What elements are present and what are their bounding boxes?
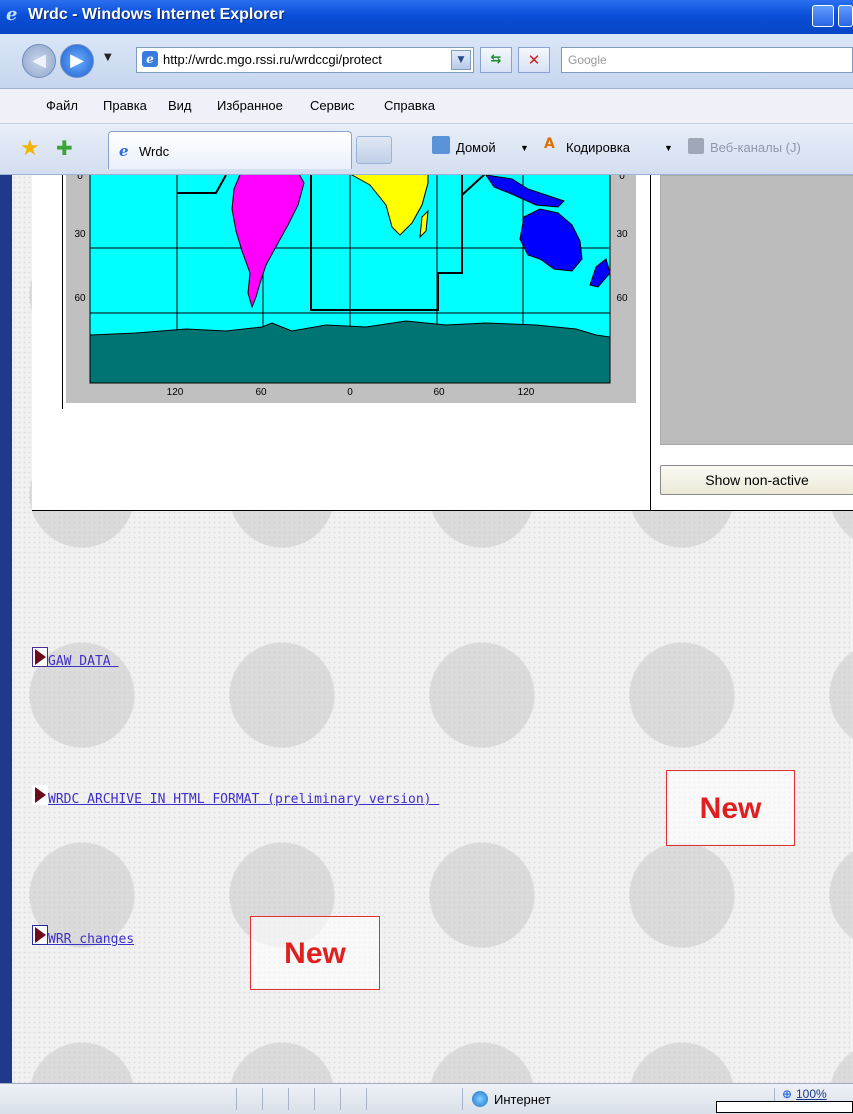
lat-label-right-60: 60	[616, 293, 628, 304]
lon-label-60w: 60	[255, 387, 267, 398]
menu-bar: Файл Правка Вид Избранное Сервис Справка	[0, 89, 853, 124]
overlay-box	[716, 1101, 853, 1113]
page-content: 0 30 60 0 30 60 120 60 0 60 120 Show non…	[12, 175, 853, 1083]
world-map[interactable]: 0 30 60 0 30 60 120 60 0 60 120	[66, 175, 636, 403]
antarctica	[89, 320, 611, 384]
nav-history-dropdown-icon[interactable]: ▼	[104, 52, 112, 63]
favorites-star-icon[interactable]: ★	[20, 136, 40, 161]
lon-label-0: 0	[347, 387, 353, 398]
forward-button[interactable]: ▶	[60, 44, 94, 78]
back-button[interactable]: ◀	[22, 44, 56, 78]
tab-wrdc[interactable]: e Wrdc	[108, 131, 352, 169]
arrow-bullet-icon	[32, 925, 48, 945]
lon-label-120w: 120	[167, 387, 184, 398]
home-dropdown-icon[interactable]: ▼	[520, 143, 529, 153]
address-input[interactable]: http://wrdc.mgo.rssi.ru/wrdccgi/protect	[163, 52, 453, 67]
status-separator	[314, 1088, 315, 1110]
search-input[interactable]: Google	[568, 53, 607, 67]
station-list[interactable]	[660, 175, 853, 445]
refresh-button[interactable]: ⇆	[480, 47, 512, 73]
map-left-border	[62, 175, 63, 409]
internet-zone-icon	[472, 1091, 488, 1107]
lat-label-left-30: 30	[74, 229, 86, 240]
home-icon[interactable]	[432, 136, 450, 154]
lon-label-120e: 120	[518, 387, 535, 398]
ie-page-icon: e	[119, 142, 129, 160]
window-title: Wrdc - Windows Internet Explorer	[28, 6, 285, 23]
wrr-changes-link[interactable]: WRR changes	[48, 932, 134, 947]
minimize-button[interactable]	[812, 5, 834, 27]
lat-label-left-0: 0	[77, 175, 83, 182]
lat-label-right-30: 30	[616, 229, 628, 240]
page-icon: e	[142, 51, 158, 67]
encoding-dropdown-icon[interactable]: ▼	[664, 143, 673, 153]
arrow-bullet-icon	[32, 647, 48, 667]
lat-label-left-60: 60	[74, 293, 86, 304]
menu-edit[interactable]: Правка	[103, 98, 147, 113]
maximize-button[interactable]	[838, 5, 853, 27]
map-container: 0 30 60 0 30 60 120 60 0 60 120 Show non…	[32, 175, 853, 511]
lat-label-right-0: 0	[619, 175, 625, 182]
arrow-bullet-icon	[32, 785, 48, 805]
status-separator	[288, 1088, 289, 1110]
new-tab-button[interactable]	[356, 136, 392, 164]
zoom-level[interactable]: 100%	[796, 1087, 827, 1101]
show-non-active-button[interactable]: Show non-active	[660, 465, 853, 495]
rss-feed-icon	[688, 138, 704, 154]
security-zone-label[interactable]: Интернет	[494, 1092, 551, 1107]
encoding-button[interactable]: Кодировка	[566, 140, 630, 155]
status-separator	[340, 1088, 341, 1110]
new-badge: New	[666, 770, 795, 846]
add-favorite-icon[interactable]: ✚	[56, 136, 73, 160]
new-badge: New	[250, 916, 380, 990]
wrdc-archive-link[interactable]: WRDC ARCHIVE IN HTML FORMAT (preliminary…	[48, 792, 439, 807]
status-separator	[366, 1088, 367, 1110]
menu-file[interactable]: Файл	[46, 98, 78, 113]
menu-help[interactable]: Справка	[384, 98, 435, 113]
search-field[interactable]: Google	[561, 47, 853, 73]
address-dropdown-icon[interactable]: ▼	[451, 50, 471, 70]
tab-toolbar: ★ ✚ e Wrdc Домой ▼ A Кодировка ▼ Веб-кан…	[0, 124, 853, 175]
tab-label: Wrdc	[139, 144, 170, 159]
address-field[interactable]: e http://wrdc.mgo.rssi.ru/wrdccgi/protec…	[136, 47, 474, 73]
zoom-icon[interactable]: ⊕	[782, 1087, 792, 1101]
menu-tools[interactable]: Сервис	[310, 98, 355, 113]
home-button[interactable]: Домой	[456, 140, 496, 155]
status-separator	[262, 1088, 263, 1110]
status-separator	[236, 1088, 237, 1110]
stop-button[interactable]: ✕	[518, 47, 550, 73]
lon-label-60e: 60	[433, 387, 445, 398]
status-separator	[462, 1088, 463, 1110]
encoding-icon: A	[544, 136, 555, 152]
feeds-button[interactable]: Веб-каналы (J)	[710, 140, 801, 155]
left-frame-border	[0, 175, 12, 1083]
menu-view[interactable]: Вид	[168, 98, 192, 113]
gaw-data-link[interactable]: GAW DATA	[48, 654, 118, 669]
ie-logo-icon: e	[6, 4, 18, 25]
menu-favorites[interactable]: Избранное	[217, 98, 283, 113]
address-toolbar: ◀ ▶ ▼ e http://wrdc.mgo.rssi.ru/wrdccgi/…	[0, 34, 853, 89]
panel-divider	[650, 175, 651, 510]
